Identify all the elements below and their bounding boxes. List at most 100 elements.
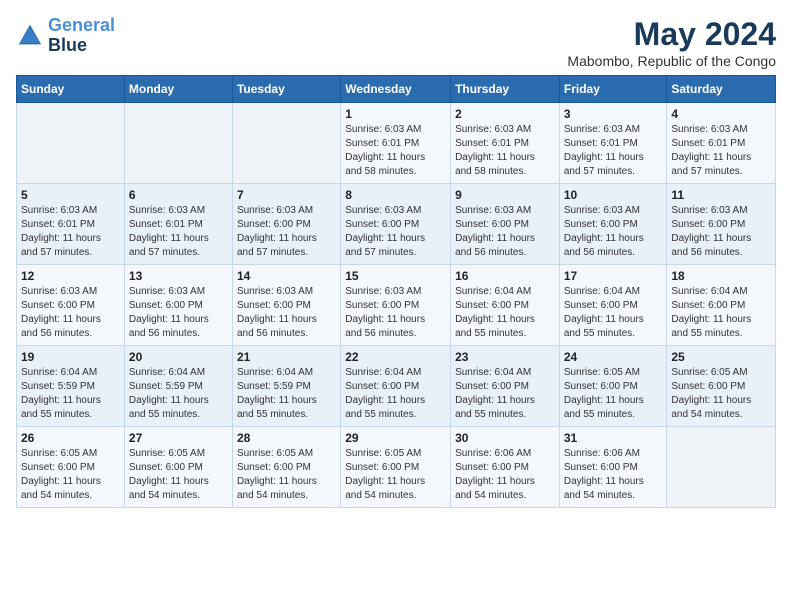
day-info: Sunrise: 6:03 AM Sunset: 6:01 PM Dayligh… — [345, 123, 446, 179]
calendar-cell — [667, 427, 776, 508]
calendar-cell: 30 Sunrise: 6:06 AM Sunset: 6:00 PM Dayli… — [451, 427, 560, 508]
calendar-cell: 29 Sunrise: 6:05 AM Sunset: 6:00 PM Dayli… — [341, 427, 451, 508]
logo-icon — [16, 22, 44, 50]
day-number: 4 — [671, 107, 771, 121]
calendar-cell: 5 Sunrise: 6:03 AM Sunset: 6:01 PM Daylig… — [17, 184, 125, 265]
logo-text: General Blue — [48, 16, 115, 56]
weekday-header-row: SundayMondayTuesdayWednesdayThursdayFrid… — [17, 76, 776, 103]
day-info: Sunrise: 6:05 AM Sunset: 6:00 PM Dayligh… — [21, 447, 120, 503]
day-number: 28 — [237, 431, 336, 445]
logo: General Blue — [16, 16, 115, 56]
day-number: 13 — [129, 269, 228, 283]
day-info: Sunrise: 6:03 AM Sunset: 6:00 PM Dayligh… — [345, 204, 446, 260]
day-info: Sunrise: 6:03 AM Sunset: 6:01 PM Dayligh… — [671, 123, 771, 179]
day-number: 31 — [564, 431, 663, 445]
day-number: 29 — [345, 431, 446, 445]
calendar-cell: 9 Sunrise: 6:03 AM Sunset: 6:00 PM Daylig… — [451, 184, 560, 265]
day-number: 11 — [671, 188, 771, 202]
month-year: May 2024 — [567, 16, 776, 53]
calendar-cell: 20Sunrise: 6:04 AM Sunset: 5:59 PM Dayli… — [124, 346, 232, 427]
day-number: 17 — [564, 269, 663, 283]
day-info: Sunrise: 6:03 AM Sunset: 6:00 PM Dayligh… — [564, 204, 663, 260]
day-number: 16 — [455, 269, 555, 283]
day-info: Sunrise: 6:06 AM Sunset: 6:00 PM Dayligh… — [564, 447, 663, 503]
weekday-header-cell: Saturday — [667, 76, 776, 103]
calendar-cell: 1Sunrise: 6:03 AM Sunset: 6:01 PM Daylig… — [341, 103, 451, 184]
calendar-cell — [17, 103, 125, 184]
calendar-cell: 16 Sunrise: 6:04 AM Sunset: 6:00 PM Dayli… — [451, 265, 560, 346]
title-block: May 2024 Mabombo, Republic of the Congo — [567, 16, 776, 69]
calendar-cell: 19Sunrise: 6:04 AM Sunset: 5:59 PM Dayli… — [17, 346, 125, 427]
calendar-cell: 26 Sunrise: 6:05 AM Sunset: 6:00 PM Dayli… — [17, 427, 125, 508]
calendar-cell: 27 Sunrise: 6:05 AM Sunset: 6:00 PM Dayli… — [124, 427, 232, 508]
calendar-cell: 8Sunrise: 6:03 AM Sunset: 6:00 PM Daylig… — [341, 184, 451, 265]
weekday-header-cell: Thursday — [451, 76, 560, 103]
day-info: Sunrise: 6:05 AM Sunset: 6:00 PM Dayligh… — [671, 366, 771, 422]
calendar-cell: 3 Sunrise: 6:03 AM Sunset: 6:01 PM Daylig… — [559, 103, 667, 184]
calendar-cell: 10 Sunrise: 6:03 AM Sunset: 6:00 PM Dayli… — [559, 184, 667, 265]
day-info: Sunrise: 6:04 AM Sunset: 6:00 PM Dayligh… — [564, 285, 663, 341]
calendar-table: SundayMondayTuesdayWednesdayThursdayFrid… — [16, 75, 776, 508]
calendar-cell: 12Sunrise: 6:03 AM Sunset: 6:00 PM Dayli… — [17, 265, 125, 346]
calendar-cell: 25 Sunrise: 6:05 AM Sunset: 6:00 PM Dayli… — [667, 346, 776, 427]
day-number: 2 — [455, 107, 555, 121]
day-number: 10 — [564, 188, 663, 202]
day-info: Sunrise: 6:03 AM Sunset: 6:00 PM Dayligh… — [237, 204, 336, 260]
calendar-cell: 15 Sunrise: 6:03 AM Sunset: 6:00 PM Dayli… — [341, 265, 451, 346]
day-number: 9 — [455, 188, 555, 202]
calendar-cell: 7 Sunrise: 6:03 AM Sunset: 6:00 PM Daylig… — [232, 184, 340, 265]
weekday-header-cell: Friday — [559, 76, 667, 103]
calendar-week-row: 12Sunrise: 6:03 AM Sunset: 6:00 PM Dayli… — [17, 265, 776, 346]
calendar-cell: 28 Sunrise: 6:05 AM Sunset: 6:00 PM Dayli… — [232, 427, 340, 508]
day-info: Sunrise: 6:03 AM Sunset: 6:00 PM Dayligh… — [671, 204, 771, 260]
day-number: 23 — [455, 350, 555, 364]
day-info: Sunrise: 6:06 AM Sunset: 6:00 PM Dayligh… — [455, 447, 555, 503]
day-info: Sunrise: 6:03 AM Sunset: 6:00 PM Dayligh… — [455, 204, 555, 260]
day-info: Sunrise: 6:04 AM Sunset: 6:00 PM Dayligh… — [671, 285, 771, 341]
calendar-week-row: 1Sunrise: 6:03 AM Sunset: 6:01 PM Daylig… — [17, 103, 776, 184]
day-number: 26 — [21, 431, 120, 445]
day-info: Sunrise: 6:03 AM Sunset: 6:01 PM Dayligh… — [455, 123, 555, 179]
day-number: 30 — [455, 431, 555, 445]
day-info: Sunrise: 6:05 AM Sunset: 6:00 PM Dayligh… — [345, 447, 446, 503]
calendar-cell: 21 Sunrise: 6:04 AM Sunset: 5:59 PM Dayli… — [232, 346, 340, 427]
day-info: Sunrise: 6:04 AM Sunset: 6:00 PM Dayligh… — [455, 285, 555, 341]
day-info: Sunrise: 6:03 AM Sunset: 6:01 PM Dayligh… — [564, 123, 663, 179]
day-info: Sunrise: 6:03 AM Sunset: 6:00 PM Dayligh… — [345, 285, 446, 341]
weekday-header-cell: Sunday — [17, 76, 125, 103]
day-info: Sunrise: 6:03 AM Sunset: 6:01 PM Dayligh… — [21, 204, 120, 260]
day-number: 27 — [129, 431, 228, 445]
day-info: Sunrise: 6:03 AM Sunset: 6:01 PM Dayligh… — [129, 204, 228, 260]
weekday-header-cell: Monday — [124, 76, 232, 103]
day-number: 21 — [237, 350, 336, 364]
day-info: Sunrise: 6:03 AM Sunset: 6:00 PM Dayligh… — [237, 285, 336, 341]
day-info: Sunrise: 6:04 AM Sunset: 6:00 PM Dayligh… — [455, 366, 555, 422]
calendar-cell: 2 Sunrise: 6:03 AM Sunset: 6:01 PM Daylig… — [451, 103, 560, 184]
day-number: 24 — [564, 350, 663, 364]
day-number: 18 — [671, 269, 771, 283]
calendar-cell: 18 Sunrise: 6:04 AM Sunset: 6:00 PM Dayli… — [667, 265, 776, 346]
day-info: Sunrise: 6:05 AM Sunset: 6:00 PM Dayligh… — [564, 366, 663, 422]
calendar-cell: 17 Sunrise: 6:04 AM Sunset: 6:00 PM Dayli… — [559, 265, 667, 346]
day-number: 5 — [21, 188, 120, 202]
calendar-week-row: 19 Sunrise: 6:04 AM Sunset: 5:59 PM Dayli… — [17, 346, 776, 427]
calendar-body: 1Sunrise: 6:03 AM Sunset: 6:01 PM Daylig… — [17, 103, 776, 508]
day-number: 7 — [237, 188, 336, 202]
calendar-cell: 23 Sunrise: 6:04 AM Sunset: 6:00 PM Dayli… — [451, 346, 560, 427]
day-info: Sunrise: 6:05 AM Sunset: 6:00 PM Dayligh… — [129, 447, 228, 503]
day-number: 19 — [21, 350, 120, 364]
day-number: 14 — [237, 269, 336, 283]
day-number: 25 — [671, 350, 771, 364]
day-number: 15 — [345, 269, 446, 283]
day-number: 3 — [564, 107, 663, 121]
day-info: Sunrise: 6:03 AM Sunset: 6:00 PM Dayligh… — [129, 285, 228, 341]
calendar-cell — [124, 103, 232, 184]
calendar-week-row: 26 Sunrise: 6:05 AM Sunset: 6:00 PM Dayli… — [17, 427, 776, 508]
day-info: Sunrise: 6:05 AM Sunset: 6:00 PM Dayligh… — [237, 447, 336, 503]
day-info: Sunrise: 6:04 AM Sunset: 6:00 PM Dayligh… — [345, 366, 446, 422]
day-info: Sunrise: 6:04 AM Sunset: 5:59 PM Dayligh… — [237, 366, 336, 422]
calendar-cell: 14 Sunrise: 6:03 AM Sunset: 6:00 PM Dayli… — [232, 265, 340, 346]
page-header: General Blue May 2024 Mabombo, Republic … — [16, 16, 776, 69]
day-number: 6 — [129, 188, 228, 202]
calendar-cell: 4 Sunrise: 6:03 AM Sunset: 6:01 PM Daylig… — [667, 103, 776, 184]
